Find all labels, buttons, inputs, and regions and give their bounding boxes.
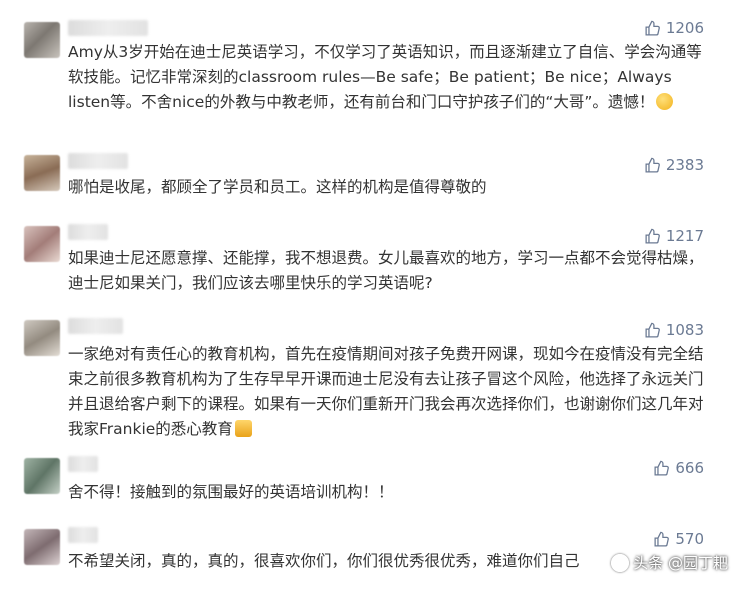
watermark-logo-icon bbox=[611, 553, 630, 572]
nickname-blurred[interactable] bbox=[68, 153, 128, 169]
like-button[interactable]: 2383 bbox=[644, 155, 704, 175]
comment-item: 1083 一家绝对有责任心的教育机构，首先在疫情期间对孩子免费开网课，现如今在疫… bbox=[0, 318, 742, 438]
thumbs-up-icon bbox=[644, 157, 661, 174]
comment-text: Amy从3岁开始在迪士尼英语学习，不仅学习了英语知识，而且逐渐建立了自信、学会沟… bbox=[68, 40, 712, 115]
comment-text: 如果迪士尼还愿意撑、还能撑，我不想退费。女儿最喜欢的地方，学习一点都不会觉得枯燥… bbox=[68, 249, 704, 292]
nickname-blurred[interactable] bbox=[68, 318, 123, 334]
comment-item: 1217 如果迪士尼还愿意撑、还能撑，我不想退费。女儿最喜欢的地方，学习一点都不… bbox=[0, 224, 742, 301]
crying-face-icon bbox=[656, 93, 674, 110]
comment-body: Amy从3岁开始在迪士尼英语学习，不仅学习了英语知识，而且逐渐建立了自信、学会沟… bbox=[68, 43, 702, 111]
thumbs-up-emoji-icon bbox=[234, 420, 252, 437]
like-button[interactable]: 1083 bbox=[644, 320, 704, 340]
like-button[interactable]: 666 bbox=[653, 458, 704, 478]
thumbs-up-icon bbox=[644, 20, 661, 37]
like-button[interactable]: 1206 bbox=[644, 18, 704, 38]
like-count: 1217 bbox=[665, 227, 704, 245]
comment-item: 1206 Amy从3岁开始在迪士尼英语学习，不仅学习了英语知识，而且逐渐建立了自… bbox=[0, 18, 742, 133]
nickname-blurred[interactable] bbox=[68, 224, 108, 240]
like-count: 2383 bbox=[665, 156, 704, 174]
like-button[interactable]: 570 bbox=[653, 529, 704, 549]
thumbs-up-icon bbox=[653, 460, 670, 477]
nickname-blurred[interactable] bbox=[68, 456, 98, 472]
comment-text: 一家绝对有责任心的教育机构，首先在疫情期间对孩子免费开网课，现如今在疫情没有完全… bbox=[68, 342, 712, 442]
avatar[interactable] bbox=[24, 22, 60, 58]
avatar[interactable] bbox=[24, 155, 60, 191]
thumbs-up-icon bbox=[644, 322, 661, 339]
comment-body: 一家绝对有责任心的教育机构，首先在疫情期间对孩子免费开网课，现如今在疫情没有完全… bbox=[68, 345, 704, 438]
avatar[interactable] bbox=[24, 226, 60, 262]
comment-item: 2383 哪怕是收尾，都顾全了学员和员工。这样的机构是值得尊敬的 bbox=[0, 153, 742, 205]
comment-text: 哪怕是收尾，都顾全了学员和员工。这样的机构是值得尊敬的 bbox=[68, 178, 487, 196]
watermark: 头条 @园丁耙 bbox=[611, 552, 728, 573]
thumbs-up-icon bbox=[653, 531, 670, 548]
like-button[interactable]: 1217 bbox=[644, 226, 704, 246]
like-count: 570 bbox=[675, 530, 704, 548]
comment-text: 舍不得！接触到的氛围最好的英语培训机构！！ bbox=[68, 483, 394, 501]
thumbs-up-icon bbox=[644, 228, 661, 245]
avatar[interactable] bbox=[24, 458, 60, 494]
like-count: 1206 bbox=[665, 19, 704, 37]
watermark-text: 头条 @园丁耙 bbox=[633, 554, 728, 572]
avatar[interactable] bbox=[24, 529, 60, 565]
nickname-blurred[interactable] bbox=[68, 527, 98, 543]
like-count: 666 bbox=[675, 459, 704, 477]
avatar[interactable] bbox=[24, 320, 60, 356]
like-count: 1083 bbox=[665, 321, 704, 339]
nickname-blurred[interactable] bbox=[68, 20, 148, 36]
comment-item: 666 舍不得！接触到的氛围最好的英语培训机构！！ bbox=[0, 456, 742, 508]
